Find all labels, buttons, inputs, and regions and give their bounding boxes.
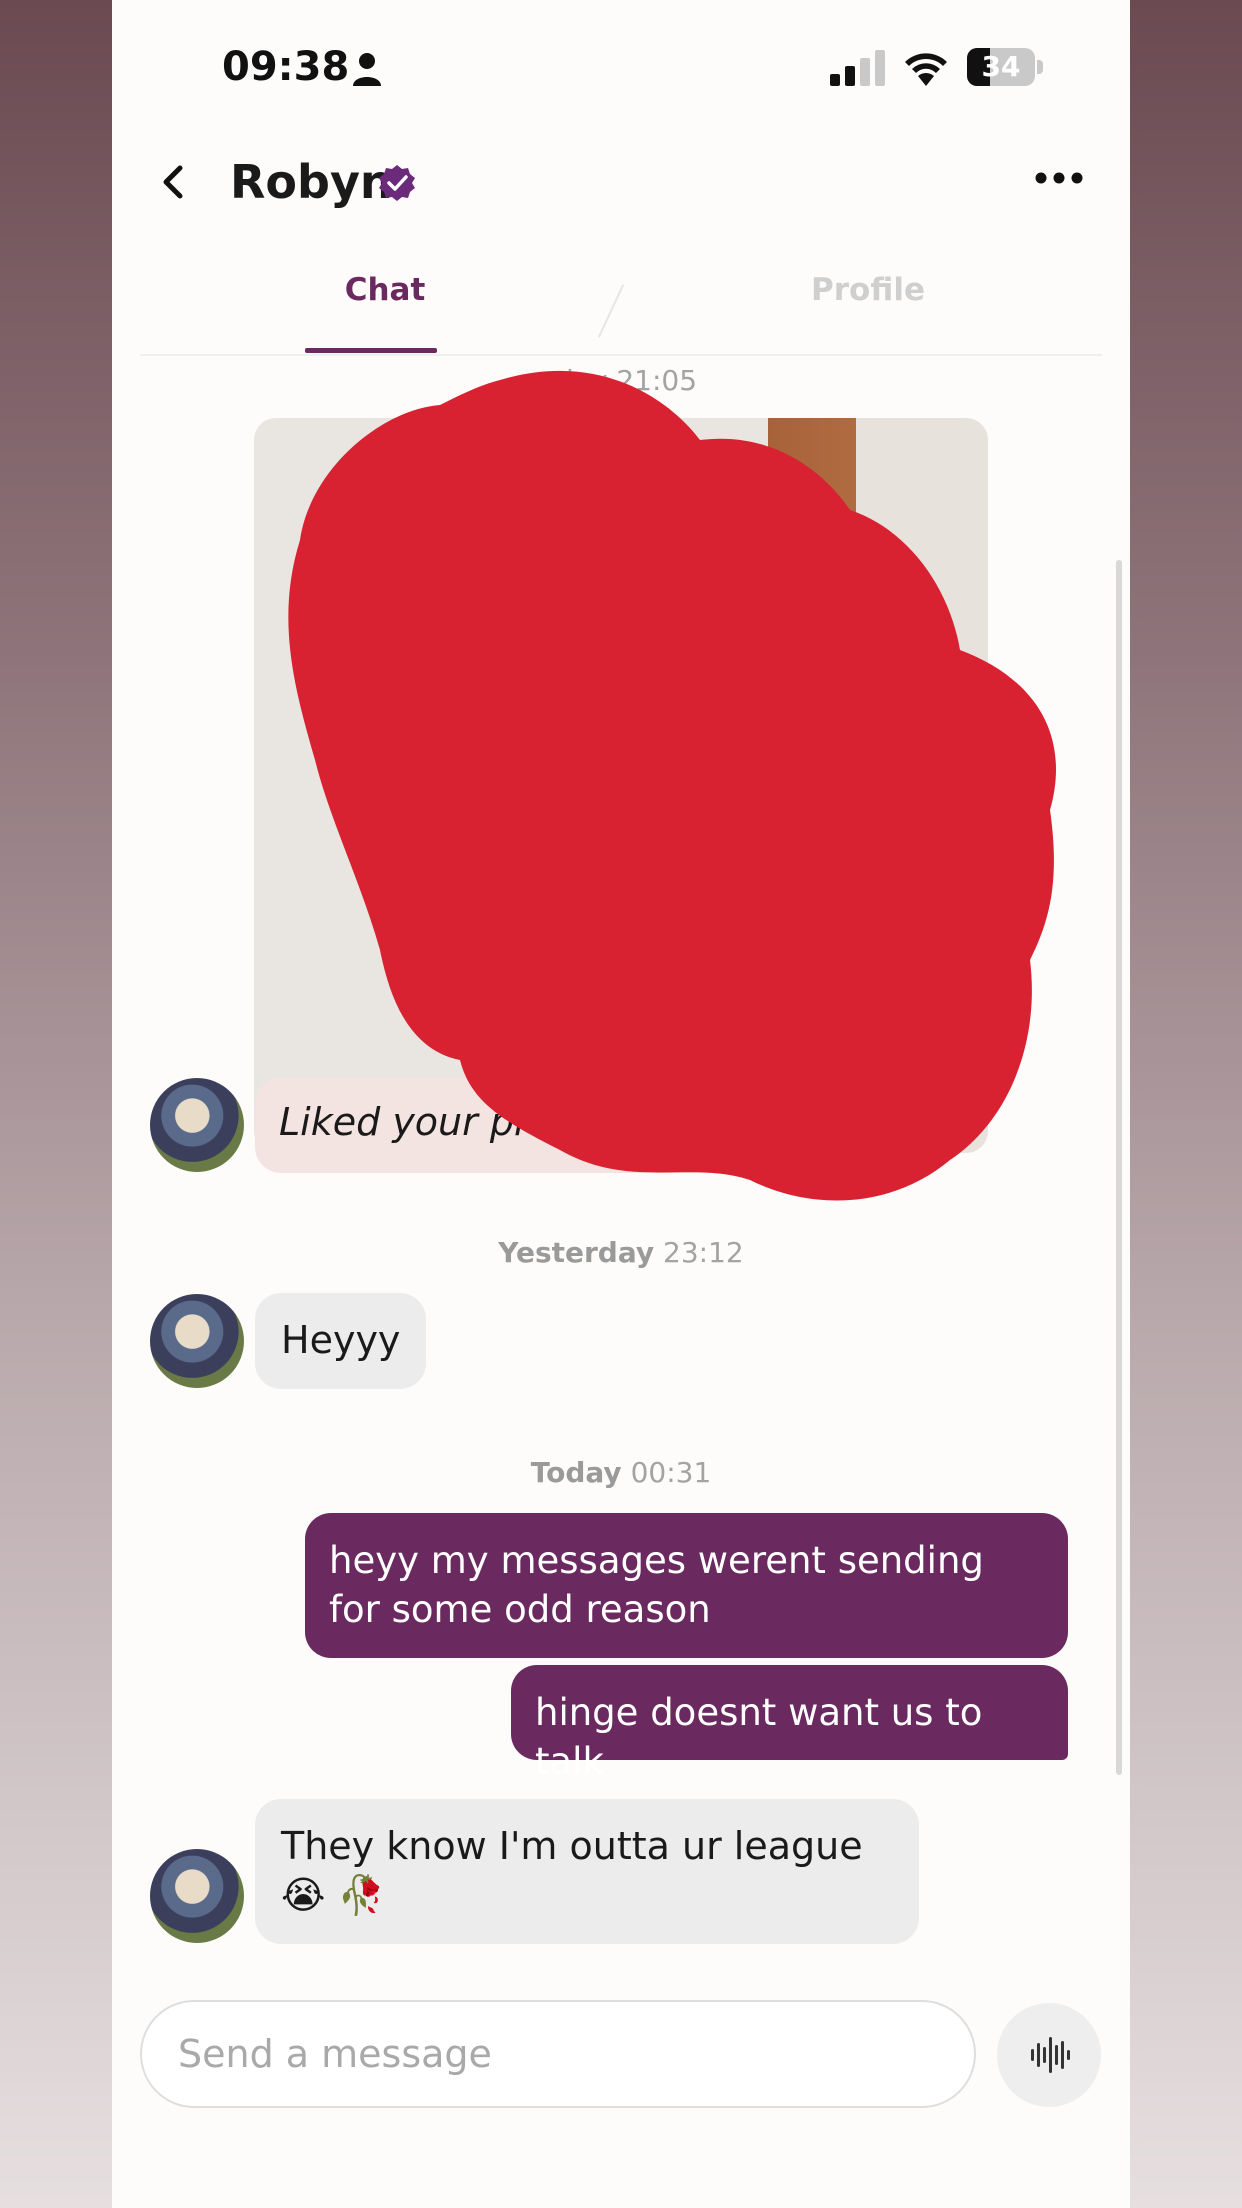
incoming-message: They know I'm outta ur league 😭 🥀 (255, 1799, 919, 1944)
verified-badge-icon (379, 165, 415, 201)
tab-separator (597, 284, 625, 338)
outgoing-message: hinge doesnt want us to talk (511, 1665, 1068, 1783)
contact-name: Robyn (230, 155, 393, 209)
chat-screen: 09:38 34 Robyn Chat Profile rday 21:05 L… (112, 0, 1130, 2208)
person-icon (353, 53, 381, 86)
incoming-message: Heyyy (255, 1293, 427, 1389)
tab-profile[interactable]: Profile (788, 272, 948, 308)
status-time: 09:38 (222, 44, 350, 90)
timestamp: Today 00:31 (112, 1456, 1130, 1489)
timestamp: Yesterday 23:12 (112, 1236, 1130, 1269)
message-input[interactable]: Send a message (140, 2000, 976, 2108)
scrollbar[interactable] (1116, 560, 1122, 1775)
outgoing-message: heyy my messages werent sending for some… (305, 1513, 1068, 1658)
more-options-icon[interactable] (1034, 170, 1084, 186)
avatar[interactable] (150, 1294, 244, 1388)
header-divider (140, 354, 1102, 356)
timestamp-day: Yesterday (498, 1236, 655, 1269)
timestamp-time: 23:12 (663, 1236, 744, 1269)
redaction-mark (288, 370, 1056, 1201)
battery-percentage: 34 (981, 50, 1021, 83)
active-tab-indicator (305, 348, 437, 353)
avatar[interactable] (150, 1849, 244, 1943)
timestamp-time: 00:31 (630, 1456, 712, 1489)
tab-chat[interactable]: Chat (305, 272, 465, 308)
avatar[interactable] (150, 1078, 244, 1172)
voice-note-button[interactable] (997, 2003, 1101, 2107)
timestamp-day: Today (530, 1456, 622, 1489)
wifi-icon (905, 53, 947, 86)
back-arrow-icon[interactable] (152, 160, 196, 204)
cellular-signal-icon (830, 50, 885, 86)
battery-icon: 34 (967, 48, 1047, 86)
waveform-icon (1031, 2037, 1070, 2073)
